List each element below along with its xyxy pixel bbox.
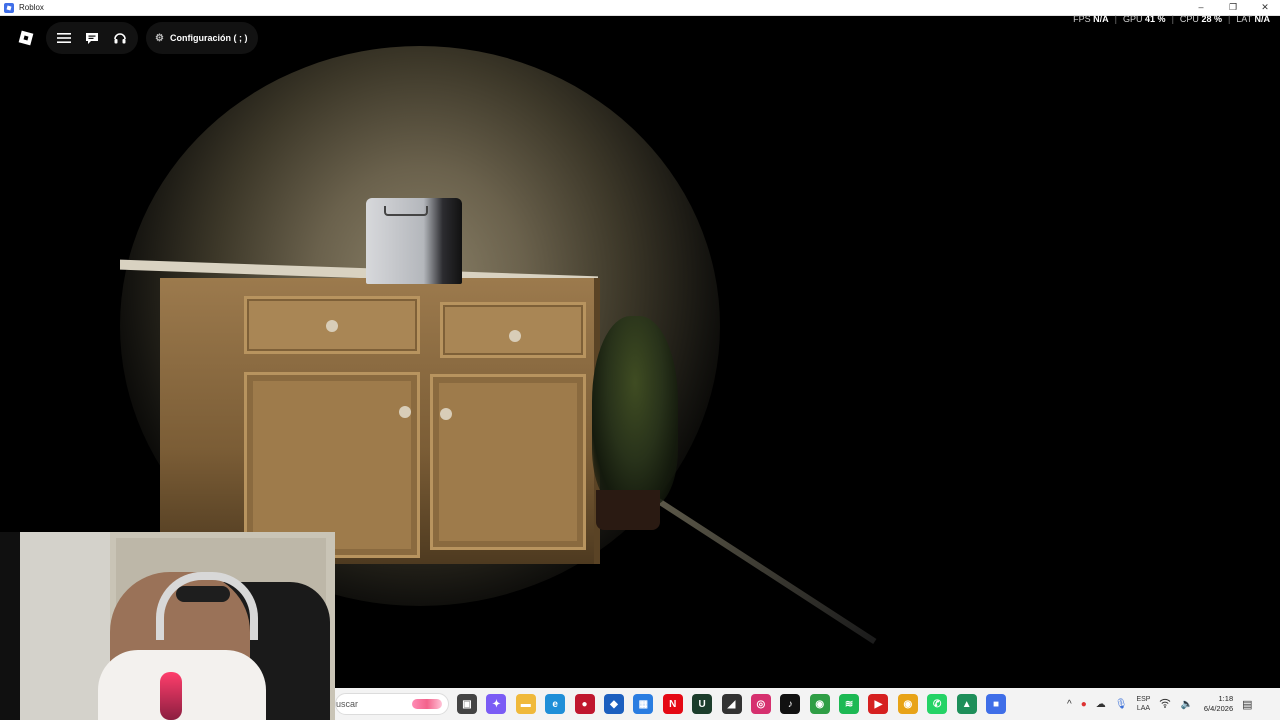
spotify-icon[interactable]: ≋ xyxy=(839,694,860,714)
topbar-icon-group xyxy=(46,22,138,54)
wifi-icon[interactable] xyxy=(1159,698,1171,711)
security-app-icon[interactable]: ◆ xyxy=(603,694,624,714)
app-red-circle-icon[interactable]: ● xyxy=(574,694,595,714)
search-placeholder: uscar xyxy=(336,699,359,709)
input-language[interactable]: ESP LAA xyxy=(1136,695,1150,713)
upwork-icon[interactable]: U xyxy=(692,694,713,714)
drawer-knob xyxy=(509,330,521,342)
performance-stats: FPS N/A | GPU 41 % | CPU 28 % | LAT N/A xyxy=(1073,14,1270,24)
stat-fps: FPS N/A xyxy=(1073,14,1109,24)
settings-button[interactable]: ⚙ Configuración ( ; ) xyxy=(146,22,258,54)
microphone xyxy=(160,672,182,720)
roblox-icon[interactable]: ■ xyxy=(986,694,1007,714)
file-explorer-icon[interactable]: ▬ xyxy=(515,694,536,714)
taskbar-search-box[interactable]: uscar xyxy=(335,693,449,715)
instagram-icon[interactable]: ◎ xyxy=(750,694,771,714)
stat-separator: | xyxy=(1171,14,1174,24)
tray-app-icon[interactable]: ● xyxy=(1081,699,1087,710)
webcam-overlay xyxy=(0,532,335,720)
chrome-icon[interactable]: ◉ xyxy=(809,694,830,714)
hamburger-menu-icon[interactable] xyxy=(53,27,75,49)
cabinet-door-left xyxy=(244,372,420,558)
gear-icon: ⚙ xyxy=(155,32,164,44)
notification-bell-icon[interactable]: ▤ xyxy=(1242,698,1252,711)
close-button[interactable]: ✕ xyxy=(1258,0,1272,15)
kitchen-cabinet xyxy=(160,278,600,564)
task-view-icon[interactable]: ▣ xyxy=(457,694,477,714)
youtube-app-icon[interactable]: ▶ xyxy=(868,694,889,714)
stat-separator: | xyxy=(1114,14,1118,24)
stat-gpu: GPU 41 % xyxy=(1123,14,1166,24)
store-icon[interactable]: ▦ xyxy=(633,694,654,714)
clock-date: 6/4/2026 xyxy=(1203,704,1234,713)
android-app-icon[interactable]: ▲ xyxy=(956,694,977,714)
netflix-icon[interactable]: N xyxy=(662,694,683,714)
copilot-icon[interactable]: ✦ xyxy=(486,694,507,714)
floor-baseboard xyxy=(638,486,877,645)
edge-icon[interactable]: e xyxy=(545,694,566,714)
drawer-knob xyxy=(326,320,338,332)
roblox-logo-icon xyxy=(4,2,14,13)
stat-separator: | xyxy=(1227,14,1231,24)
door-knob xyxy=(440,408,452,420)
headband xyxy=(176,586,230,602)
onedrive-icon[interactable]: ☁ xyxy=(1096,699,1106,710)
system-tray: ^ ● ☁ 🎙 ESP LAA 🔈 1:18 6/4/2026 ▤ xyxy=(1067,688,1253,720)
plant-pot xyxy=(596,490,660,530)
stat-lat: LAT N/A xyxy=(1236,14,1270,24)
whatsapp-icon[interactable]: ✆ xyxy=(927,694,948,714)
roblox-menu-button[interactable] xyxy=(12,22,40,54)
minimize-button[interactable]: – xyxy=(1194,0,1208,15)
taskbar-clock[interactable]: 1:18 6/4/2026 xyxy=(1204,694,1233,714)
chrome-canary-icon[interactable]: ◉ xyxy=(897,694,918,714)
volume-icon[interactable]: 🔈 xyxy=(1180,699,1192,710)
settings-label: Configuración ( ; ) xyxy=(169,33,248,43)
pot-handle xyxy=(384,206,428,216)
door-knob xyxy=(399,406,411,418)
tiktok-icon[interactable]: ♪ xyxy=(780,694,801,714)
window-title: Roblox xyxy=(19,3,44,12)
cabinet-door-right xyxy=(430,374,586,550)
stat-cpu: CPU 28 % xyxy=(1179,14,1222,24)
sticky-notes-icon[interactable]: ◢ xyxy=(721,694,742,714)
microphone-icon[interactable]: 🎙 xyxy=(1115,699,1128,710)
restore-button[interactable]: ❐ xyxy=(1226,0,1240,15)
tray-overflow-chevron-icon[interactable]: ^ xyxy=(1067,699,1072,710)
windows-taskbar: uscar ▣ ✦ ▬ e ● ◆ ▦ N U ◢ ◎ ♪ ◉ ≋ ▶ ◉ ✆ ▲ ■ ^ ● ☁ 🎙 ESP LA… xyxy=(335,688,1280,720)
streamer-shirt xyxy=(98,650,266,720)
search-highlight-decoration xyxy=(412,699,442,709)
clock-time: 1:18 xyxy=(1218,694,1234,703)
potted-plant xyxy=(592,316,678,506)
roblox-logo-icon xyxy=(18,30,34,46)
chat-icon[interactable] xyxy=(81,27,103,49)
taskbar-app-icons: ▣ ✦ ▬ e ● ◆ ▦ N U ◢ ◎ ♪ ◉ ≋ ▶ ◉ ✆ ▲ ■ xyxy=(457,694,1007,714)
headset-icon[interactable] xyxy=(109,27,131,49)
